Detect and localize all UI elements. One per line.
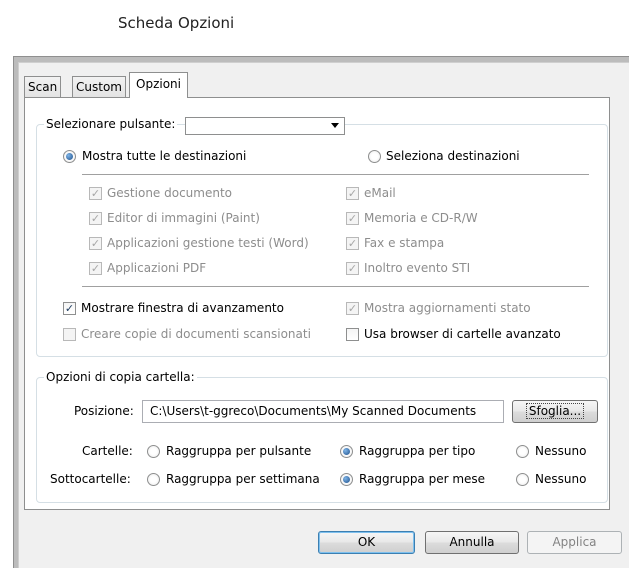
- folder-copy-legend: Opzioni di copia cartella:: [44, 370, 197, 384]
- position-label: Posizione:: [74, 404, 134, 418]
- status-updates-checkbox[interactable]: ✓: [346, 302, 359, 315]
- destination-checkbox[interactable]: ✓: [346, 212, 359, 225]
- destination-label: Inoltro evento STI: [364, 261, 471, 275]
- apply-button[interactable]: Applica: [527, 531, 622, 554]
- cancel-button[interactable]: Annulla: [425, 531, 519, 554]
- separator: [82, 286, 589, 287]
- subfolders-label: Sottocartelle:: [50, 472, 131, 486]
- separator: [82, 174, 589, 175]
- subfolders-by-week-label[interactable]: Raggruppa per settimana: [166, 472, 320, 486]
- tab-custom[interactable]: Custom: [72, 76, 126, 97]
- show-all-label[interactable]: Mostra tutte le destinazioni: [82, 149, 246, 163]
- show-all-radio[interactable]: [63, 150, 76, 163]
- advanced-browser-label[interactable]: Usa browser di cartelle avanzato: [364, 327, 561, 341]
- subfolders-by-week-radio[interactable]: [147, 473, 160, 486]
- select-destinations-label[interactable]: Seleziona destinazioni: [386, 149, 520, 163]
- folders-by-type-label[interactable]: Raggruppa per tipo: [359, 444, 475, 458]
- subfolders-none-radio[interactable]: [516, 473, 529, 486]
- ok-button[interactable]: OK: [318, 531, 415, 554]
- subfolders-none-label[interactable]: Nessuno: [535, 472, 586, 486]
- create-copies-label: Creare copie di documenti scansionati: [81, 327, 311, 341]
- destination-label: Fax e stampa: [364, 236, 445, 250]
- folders-by-button-radio[interactable]: [147, 445, 160, 458]
- subfolders-by-month-radio[interactable]: [340, 473, 353, 486]
- destination-label: Editor di immagini (Paint): [107, 211, 260, 225]
- tab-scan[interactable]: Scan: [24, 76, 62, 97]
- tab-opzioni[interactable]: Opzioni: [129, 72, 188, 98]
- status-updates-label: Mostra aggiornamenti stato: [364, 301, 531, 315]
- create-copies-checkbox[interactable]: [63, 328, 76, 341]
- destination-label: eMail: [364, 186, 396, 200]
- folders-none-radio[interactable]: [516, 445, 529, 458]
- subfolders-by-month-label[interactable]: Raggruppa per mese: [359, 472, 485, 486]
- destination-checkbox[interactable]: ✓: [346, 187, 359, 200]
- destination-checkbox[interactable]: ✓: [89, 262, 102, 275]
- browse-button[interactable]: Sfoglia...: [512, 400, 598, 423]
- destination-label: Applicazioni gestione testi (Word): [107, 236, 309, 250]
- folder-path-field[interactable]: C:\Users\t-ggreco\Documents\My Scanned D…: [142, 400, 504, 423]
- destination-label: Applicazioni PDF: [107, 261, 207, 275]
- progress-window-checkbox[interactable]: ✓: [63, 302, 76, 315]
- progress-window-label[interactable]: Mostrare finestra di avanzamento: [81, 301, 284, 315]
- destination-checkbox[interactable]: ✓: [346, 237, 359, 250]
- page-caption: Scheda Opzioni: [118, 14, 235, 32]
- browse-button-label: Sfoglia...: [525, 403, 585, 419]
- destination-label: Gestione documento: [107, 186, 233, 200]
- folders-by-type-radio[interactable]: [340, 445, 353, 458]
- select-destinations-radio[interactable]: [368, 150, 381, 163]
- chevron-down-icon: [331, 123, 339, 128]
- folders-label: Cartelle:: [82, 444, 133, 458]
- select-button-label: Selezionare pulsante:: [44, 117, 178, 131]
- button-select-dropdown[interactable]: [185, 117, 345, 135]
- folders-none-label[interactable]: Nessuno: [535, 444, 586, 458]
- destination-checkbox[interactable]: ✓: [89, 187, 102, 200]
- advanced-browser-checkbox[interactable]: [346, 328, 359, 341]
- folders-by-button-label[interactable]: Raggruppa per pulsante: [166, 444, 311, 458]
- destination-checkbox[interactable]: ✓: [346, 262, 359, 275]
- destination-label: Memoria e CD-R/W: [364, 211, 478, 225]
- destination-checkbox[interactable]: ✓: [89, 212, 102, 225]
- destination-checkbox[interactable]: ✓: [89, 237, 102, 250]
